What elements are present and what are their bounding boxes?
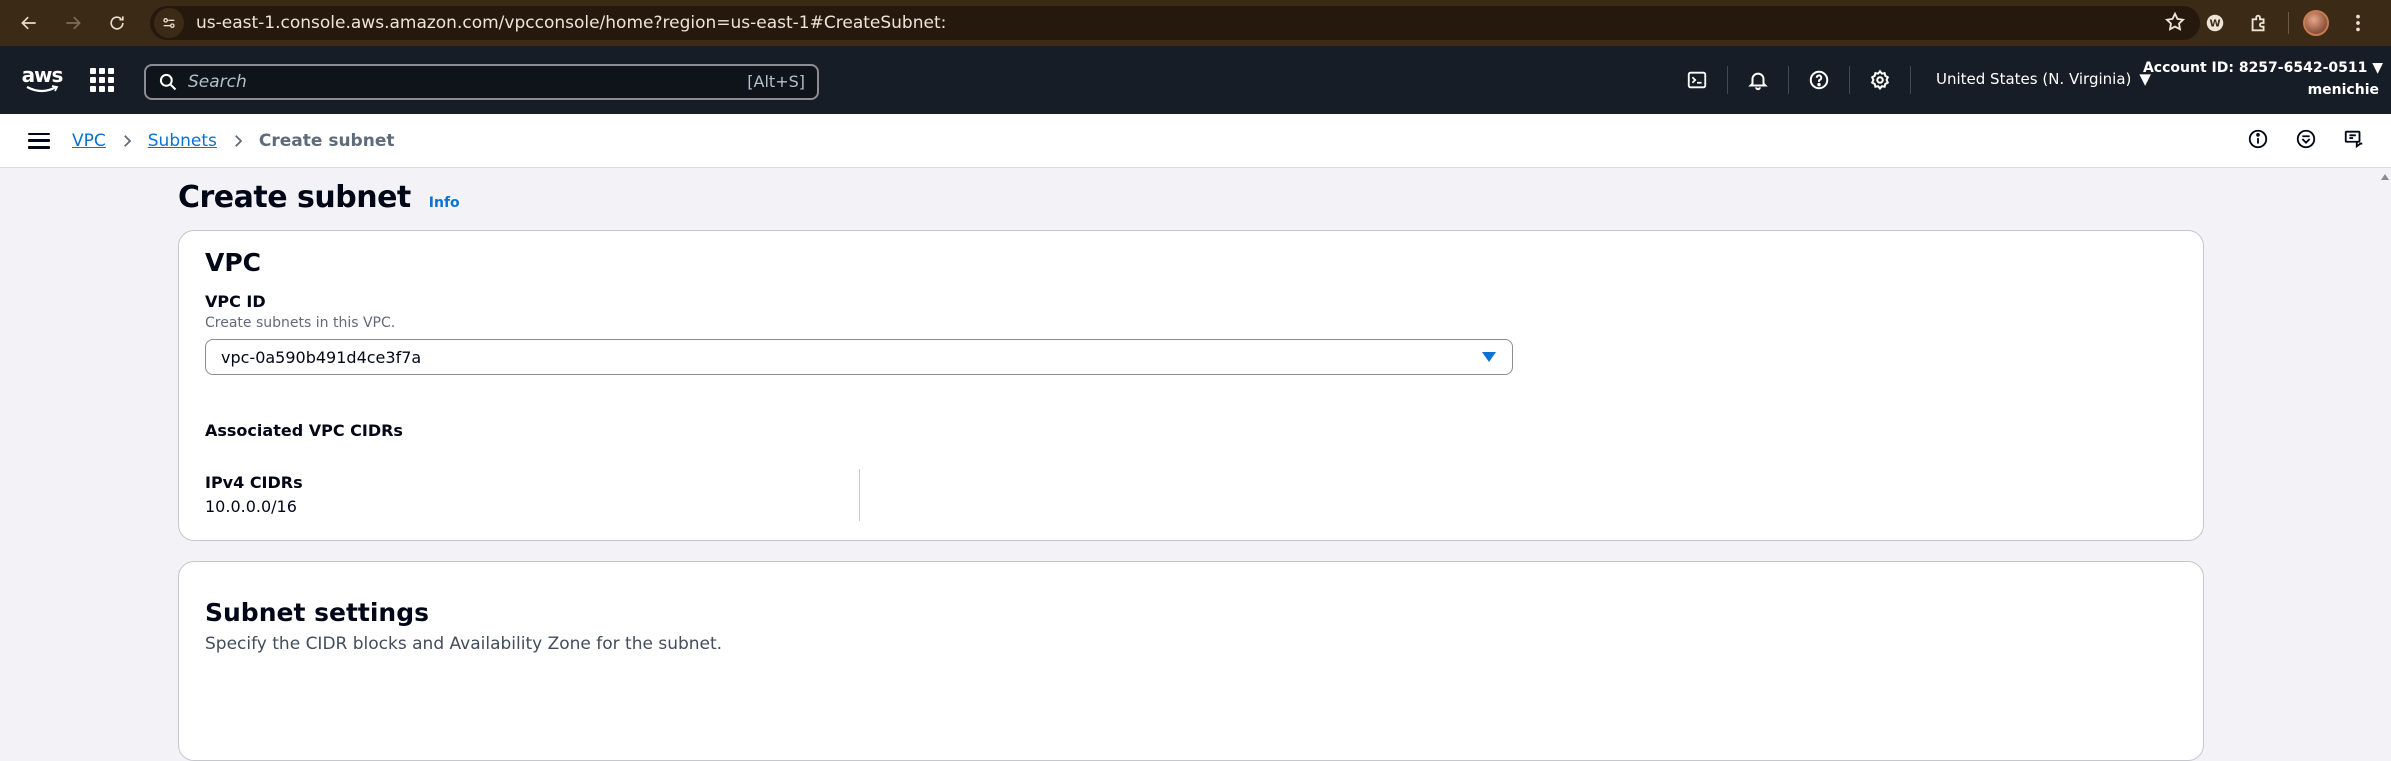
extensions-puzzle-icon[interactable] <box>2244 8 2274 38</box>
notifications-panel-icon[interactable] <box>2293 126 2319 152</box>
reload-button[interactable] <box>102 8 132 38</box>
vpc-container: VPC VPC ID Create subnets in this VPC. v… <box>178 230 2204 541</box>
back-button[interactable] <box>14 8 44 38</box>
toolbar-divider <box>2288 12 2289 34</box>
subnet-settings-description: Specify the CIDR blocks and Availability… <box>205 634 723 654</box>
bookmark-star-icon[interactable] <box>2164 11 2186 37</box>
arrow-left-icon <box>21 16 36 30</box>
vpc-id-label: VPC ID <box>205 292 266 311</box>
side-navigation-menu-icon[interactable] <box>28 130 50 152</box>
breadcrumb-subnets-link[interactable]: Subnets <box>148 131 217 151</box>
services-menu-icon[interactable] <box>90 68 114 92</box>
feedback-panel-icon[interactable] <box>2341 126 2367 152</box>
url-text: us-east-1.console.aws.amazon.com/vpccons… <box>196 13 947 33</box>
cloudshell-icon[interactable] <box>1683 66 1711 94</box>
aws-logo-text: aws <box>21 63 64 87</box>
page-header: Create subnet Info <box>178 180 460 215</box>
ipv4-cidr-value: 10.0.0.0/16 <box>205 497 297 516</box>
reload-icon <box>110 16 124 30</box>
subnet-settings-heading: Subnet settings <box>205 598 429 627</box>
forward-button[interactable] <box>58 8 88 38</box>
browser-menu-icon[interactable] <box>2343 8 2373 38</box>
profile-avatar[interactable] <box>2303 10 2329 36</box>
caret-down-icon: ▼ <box>2372 60 2383 76</box>
caret-down-icon <box>1482 352 1496 362</box>
notifications-bell-icon[interactable] <box>1744 66 1772 94</box>
ipv4-cidrs-label: IPv4 CIDRs <box>205 473 303 492</box>
region-label: United States (N. Virginia) <box>1936 70 2132 88</box>
vpc-id-description: Create subnets in this VPC. <box>205 315 396 331</box>
settings-gear-icon[interactable] <box>1866 66 1894 94</box>
search-input[interactable] <box>188 72 688 92</box>
chevron-right-icon <box>229 132 247 150</box>
account-username: menichie <box>2307 82 2379 98</box>
extension-w-icon[interactable]: W <box>2200 8 2230 38</box>
site-settings-icon[interactable] <box>154 8 184 38</box>
breadcrumb: VPC Subnets Create subnet <box>72 131 394 151</box>
aws-logo[interactable]: aws <box>21 60 64 100</box>
arrow-right-icon <box>66 16 81 30</box>
column-divider <box>859 469 860 521</box>
search-icon <box>159 73 177 91</box>
associated-cidrs-label: Associated VPC CIDRs <box>205 421 403 440</box>
page-title: Create subnet <box>178 180 411 215</box>
info-panel-icon[interactable] <box>2245 126 2271 152</box>
help-icon[interactable] <box>1805 66 1833 94</box>
search-shortcut-hint: [Alt+S] <box>747 72 805 91</box>
vpc-heading: VPC <box>205 248 262 277</box>
account-id: Account ID: 8257-6542-0511 <box>2142 60 2368 76</box>
breadcrumb-current: Create subnet <box>258 130 395 151</box>
svg-text:W: W <box>2209 19 2220 30</box>
region-selector[interactable]: United States (N. Virginia) ▼ <box>1936 70 2151 88</box>
account-menu[interactable]: Account ID: 8257-6542-0511 ▼ menichie <box>2143 60 2383 98</box>
vpc-id-value: vpc-0a590b491d4ce3f7a <box>221 347 422 367</box>
chevron-right-icon <box>118 132 136 150</box>
address-bar[interactable]: us-east-1.console.aws.amazon.com/vpccons… <box>150 6 2200 40</box>
aws-top-nav: aws [Alt+S] United States (N. Virginia) … <box>0 46 2391 114</box>
console-search[interactable]: [Alt+S] <box>144 64 819 100</box>
scrollbar-up-arrow[interactable] <box>2381 174 2389 180</box>
aws-smile-icon <box>26 85 59 93</box>
breadcrumb-vpc-link[interactable]: VPC <box>72 131 106 151</box>
breadcrumb-bar: VPC Subnets Create subnet <box>0 114 2391 168</box>
subnet-settings-container: Subnet settings Specify the CIDR blocks … <box>178 561 2204 761</box>
browser-toolbar: us-east-1.console.aws.amazon.com/vpccons… <box>0 0 2391 46</box>
info-link[interactable]: Info <box>429 195 460 211</box>
vpc-id-select[interactable]: vpc-0a590b491d4ce3f7a <box>205 339 1513 375</box>
